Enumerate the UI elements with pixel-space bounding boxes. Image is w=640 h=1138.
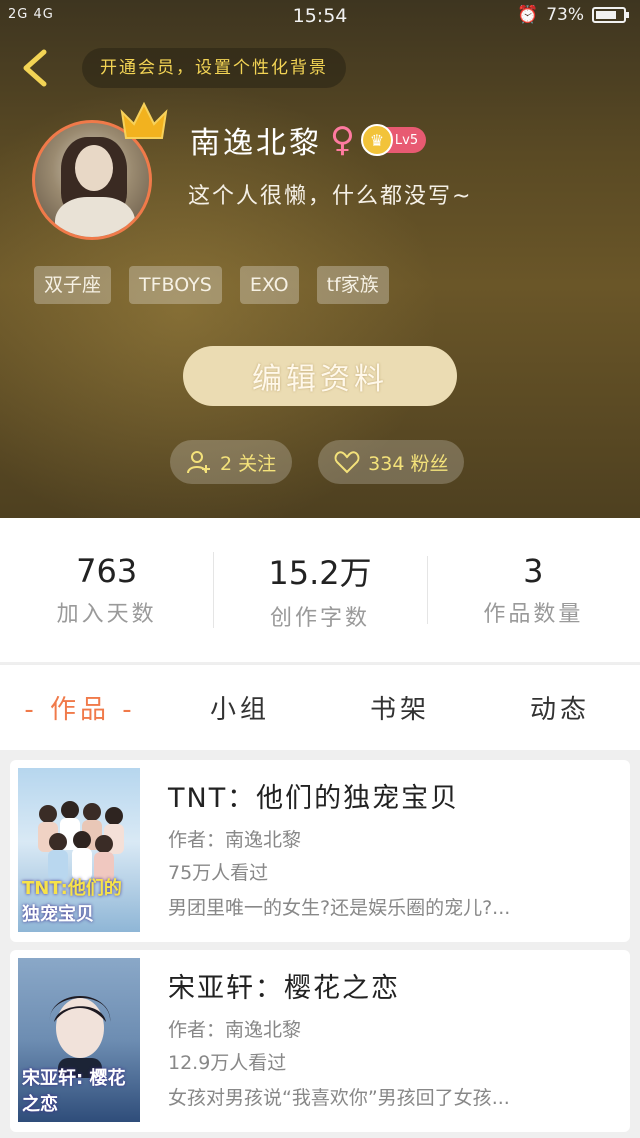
- level-badge[interactable]: ♛ Lv5: [360, 124, 427, 156]
- work-title[interactable]: 宋亚轩：樱花之恋: [168, 966, 618, 1005]
- work-author: 作者：南逸北黎: [168, 1019, 302, 1041]
- work-description: 女孩对男孩说“我喜欢你”男孩回了女孩...: [168, 1087, 510, 1109]
- work-title[interactable]: TNT：他们的独宠宝贝: [168, 776, 618, 815]
- tag-list: 双子座 TFBOYS EXO tf家族: [34, 266, 389, 304]
- stats-bar: 763 加入天数 15.2万 创作字数 3 作品数量: [0, 518, 640, 662]
- fans-count: 334 粉丝: [368, 452, 449, 475]
- tag[interactable]: TFBOYS: [129, 266, 222, 304]
- vip-crown-icon: ♛: [360, 124, 393, 156]
- work-description: 男团里唯一的女生?还是娱乐圈的宠儿?...: [168, 897, 511, 919]
- battery-icon: [592, 7, 629, 23]
- stat-value: 3: [523, 552, 544, 590]
- status-right: ⏰ 73%: [517, 5, 629, 25]
- vip-banner[interactable]: 开通会员，设置个性化背景: [82, 48, 346, 88]
- tab-works[interactable]: - 作品 -: [0, 689, 160, 726]
- name-row: 南逸北黎 ♀ ♛ Lv5: [190, 118, 427, 162]
- battery-percent: 73%: [546, 5, 584, 25]
- stat-works: 3 作品数量: [426, 552, 640, 628]
- crown-icon: [120, 101, 168, 139]
- stat-value: 763: [76, 552, 138, 590]
- tag[interactable]: tf家族: [316, 266, 389, 304]
- fans-button[interactable]: 334 粉丝: [318, 440, 465, 484]
- work-item[interactable]: TNT:他们的 独宠宝贝 TNT：他们的独宠宝贝 作者：南逸北黎 75万人看过 …: [10, 760, 630, 942]
- alarm-icon: ⏰: [517, 5, 539, 25]
- profile-header: 2G 4G 15:54 ⏰ 73% 开通会员，设置个性化背景 南逸北黎 ♀ ♛ …: [0, 0, 640, 518]
- following-count: 2 关注: [220, 452, 277, 475]
- tag[interactable]: 双子座: [34, 266, 112, 304]
- stat-days: 763 加入天数: [0, 552, 213, 628]
- book-cover: 宋亚轩: 樱花之恋: [18, 958, 140, 1122]
- follow-row: 2 关注 334 粉丝: [170, 440, 465, 484]
- tab-groups[interactable]: 小组: [160, 689, 320, 726]
- cover-title: 宋亚轩: 樱花之恋: [22, 1068, 126, 1115]
- profile-tabs: - 作品 - 小组 书架 动态: [0, 664, 640, 750]
- add-user-icon: [187, 451, 210, 474]
- stat-words: 15.2万 创作字数: [213, 548, 426, 632]
- tab-activity[interactable]: 动态: [480, 689, 640, 726]
- heart-icon: [334, 451, 360, 474]
- status-bar: 2G 4G 15:54 ⏰ 73%: [0, 0, 640, 34]
- female-icon: ♀: [330, 120, 355, 160]
- stat-label: 作品数量: [483, 602, 584, 627]
- stat-value: 15.2万: [268, 554, 372, 592]
- work-author: 作者：南逸北黎: [168, 829, 302, 851]
- book-cover: TNT:他们的 独宠宝贝: [18, 768, 140, 932]
- signature: 这个人很懒，什么都没写~: [188, 184, 473, 209]
- username: 南逸北黎: [190, 126, 322, 161]
- work-views: 75万人看过: [168, 862, 269, 884]
- stat-label: 加入天数: [56, 602, 157, 627]
- chevron-left-icon: [23, 49, 47, 87]
- following-button[interactable]: 2 关注: [170, 440, 293, 484]
- edit-profile-button[interactable]: 编辑资料: [183, 346, 457, 406]
- cover-title: TNT:他们的 独宠宝贝: [22, 878, 122, 925]
- work-item[interactable]: 宋亚轩: 樱花之恋 宋亚轩：樱花之恋 作者：南逸北黎 12.9万人看过 女孩对男…: [10, 950, 630, 1132]
- work-info: TNT：他们的独宠宝贝 作者：南逸北黎 75万人看过 男团里唯一的女生?还是娱乐…: [168, 776, 618, 920]
- work-info: 宋亚轩：樱花之恋 作者：南逸北黎 12.9万人看过 女孩对男孩说“我喜欢你”男孩…: [168, 966, 618, 1110]
- back-button[interactable]: [18, 48, 54, 88]
- work-views: 12.9万人看过: [168, 1052, 287, 1074]
- level-label: Lv5: [394, 132, 419, 148]
- tag[interactable]: EXO: [239, 266, 299, 304]
- tab-bookshelf[interactable]: 书架: [320, 689, 480, 726]
- stat-label: 创作字数: [269, 606, 370, 631]
